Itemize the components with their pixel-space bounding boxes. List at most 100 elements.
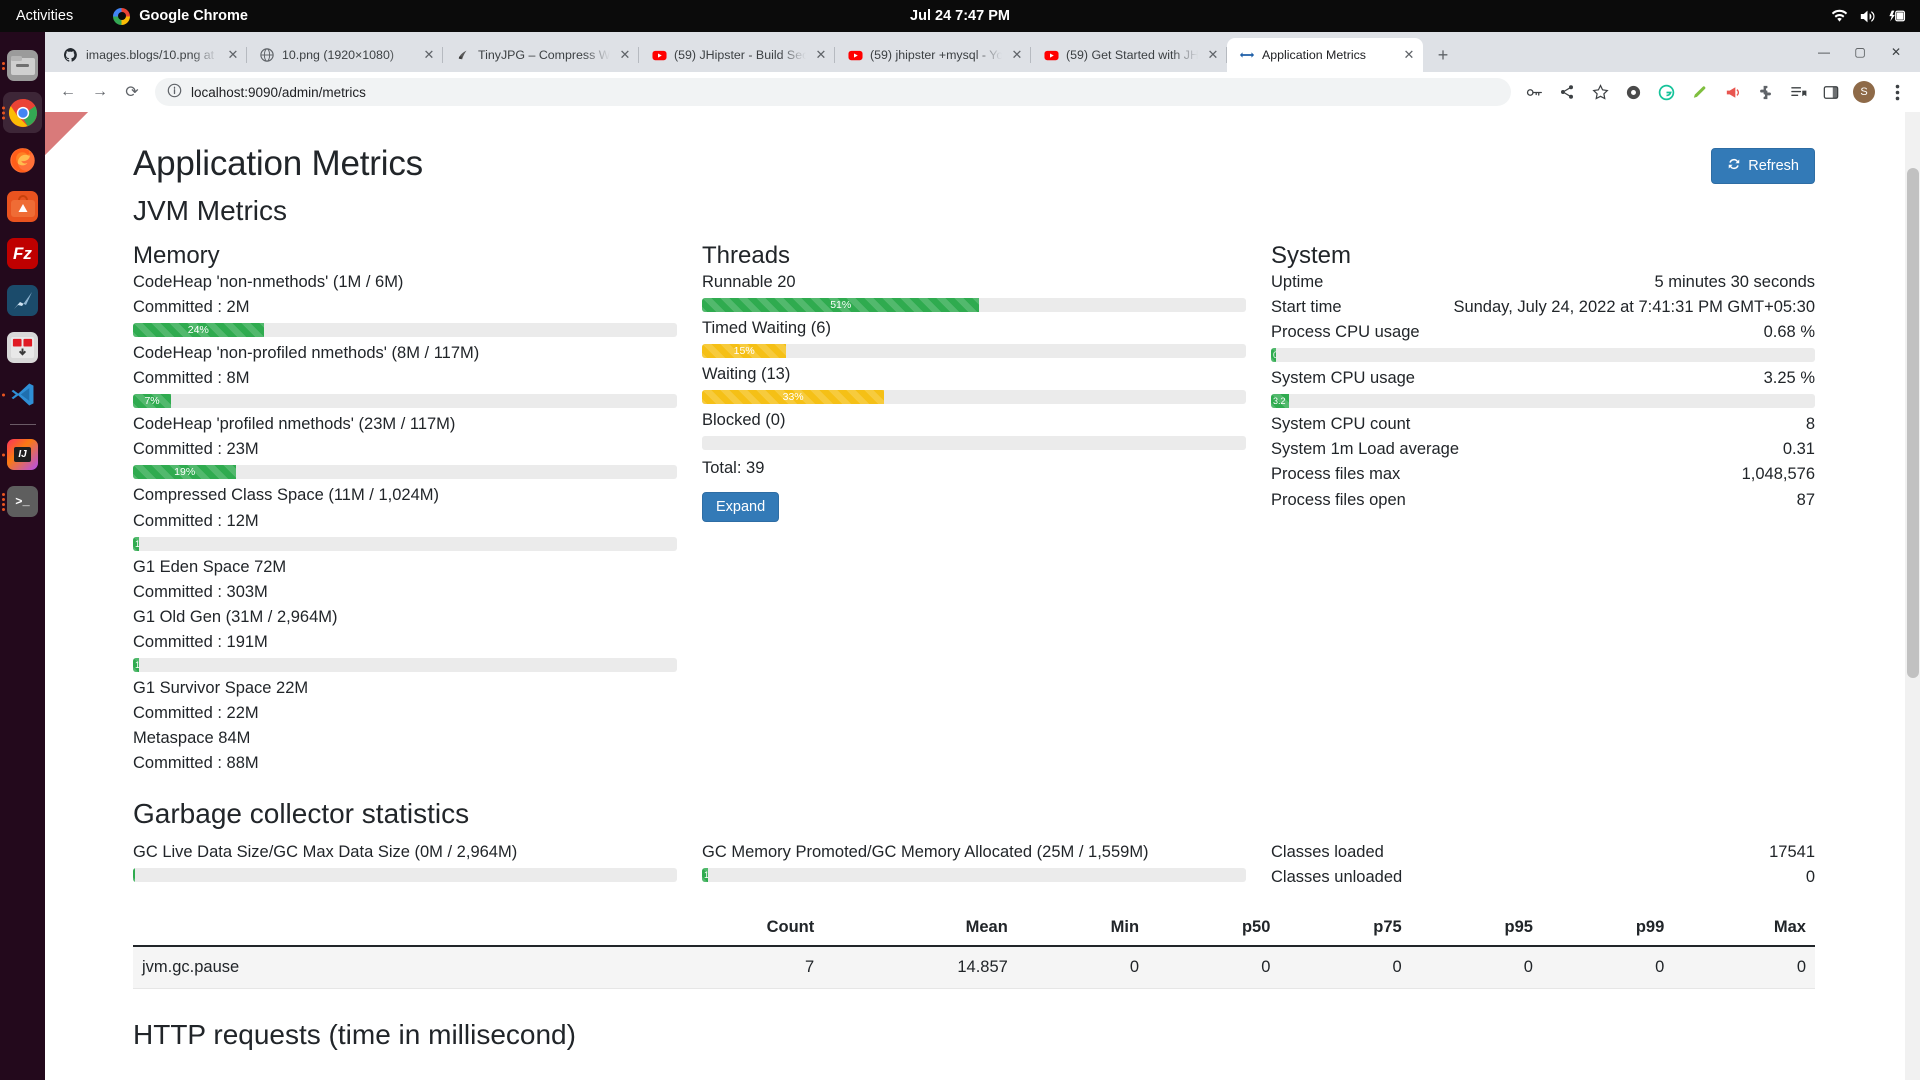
memory-item: G1 Old Gen (31M / 2,964M) Committed : 19…	[133, 605, 677, 672]
tab-close-icon[interactable]: ✕	[225, 47, 241, 63]
thread-item-label: Runnable 20	[702, 273, 796, 291]
dock-item-vs-code[interactable]	[0, 371, 45, 418]
window-controls[interactable]: — ▢ ✕	[1806, 38, 1914, 66]
gc-promoted-progress-bar: 1	[702, 868, 708, 883]
url-text: localhost:9090/admin/metrics	[191, 84, 366, 100]
key-icon[interactable]	[1519, 77, 1549, 107]
tab-close-icon[interactable]: ✕	[1205, 47, 1221, 63]
browser-tab-1[interactable]: 10.png (1920×1080) ✕	[247, 38, 443, 72]
site-info-icon[interactable]	[167, 83, 182, 101]
memory-progress-bar: 1	[133, 536, 139, 551]
memory-heading: Memory	[133, 242, 220, 269]
tab-close-icon[interactable]: ✕	[617, 47, 633, 63]
dock-item-ubuntu-software[interactable]	[0, 183, 45, 230]
tab-close-icon[interactable]: ✕	[1401, 47, 1417, 63]
memory-progress: 7%	[133, 394, 677, 409]
gc-col-p99: p99	[1541, 910, 1674, 948]
page-viewport: dev Application Metrics Refresh JVM Metr…	[45, 112, 1920, 1080]
memory-item-label: CodeHeap 'profiled nmethods' (23M / 117M…	[133, 415, 456, 434]
address-bar[interactable]: localhost:9090/admin/metrics	[155, 78, 1511, 106]
thread-item: Runnable 20 51%	[702, 270, 1246, 313]
kebab-menu-icon[interactable]	[1882, 77, 1912, 107]
postman-icon	[7, 285, 38, 316]
dock-item-files[interactable]	[0, 42, 45, 89]
http-requests-table: Code Count Mean Max 200 33	[133, 1071, 1815, 1080]
memory-progress: 19%	[133, 465, 677, 480]
memory-progress: 1	[133, 657, 677, 672]
dock-item-firefox[interactable]	[0, 136, 45, 183]
back-button[interactable]: ←	[53, 77, 83, 107]
ubuntu-dock[interactable]: Fz IJ >_	[0, 32, 45, 1080]
gc-col-mean: Mean	[823, 910, 1017, 948]
running-indicator	[2, 106, 5, 119]
gc-classes-key: Classes unloaded	[1271, 868, 1403, 887]
browser-tab-2[interactable]: TinyJPG – Compress Web ✕	[443, 38, 639, 72]
activities-button[interactable]: Activities	[16, 8, 73, 24]
memory-progress-bar: 24%	[133, 323, 264, 338]
puzzle-icon[interactable]	[1750, 77, 1780, 107]
megaphone-icon[interactable]	[1717, 77, 1747, 107]
new-tab-button[interactable]: +	[1429, 41, 1457, 69]
page-scrollbar[interactable]	[1905, 112, 1920, 1080]
intellij-idea-icon: IJ	[7, 439, 38, 470]
browser-tab-5[interactable]: (59) Get Started with JH ✕	[1031, 38, 1227, 72]
thread-progress: 51%	[702, 298, 1246, 313]
system-tray[interactable]	[1831, 9, 1906, 24]
memory-item-committed: Committed : 303M	[133, 582, 268, 601]
dock-item-terminal[interactable]: >_	[0, 478, 45, 525]
toolbar-icons[interactable]: S	[1519, 77, 1912, 107]
thread-item-label: Timed Waiting (6)	[702, 319, 831, 338]
active-app-menu[interactable]: Google Chrome	[113, 7, 248, 25]
share-icon[interactable]	[1552, 77, 1582, 107]
tab-title: TinyJPG – Compress Web	[478, 48, 610, 62]
thread-item: Timed Waiting (6) 15%	[702, 316, 1246, 359]
system-row-value: 1,048,576	[1741, 465, 1815, 484]
dock-item-software-updater[interactable]	[0, 324, 45, 371]
system-row-key: Process files max	[1271, 465, 1401, 484]
avatar[interactable]: S	[1853, 81, 1875, 103]
thread-progress-bar: 33%	[702, 390, 885, 405]
dock-item-postman[interactable]	[0, 277, 45, 324]
ubuntu-software-icon	[7, 191, 38, 222]
grammarly-icon[interactable]	[1651, 77, 1681, 107]
browser-tab-6[interactable]: Application Metrics ✕	[1227, 38, 1423, 72]
tab-close-icon[interactable]: ✕	[813, 47, 829, 63]
close-button[interactable]: ✕	[1878, 38, 1914, 66]
browser-tab-0[interactable]: images.blogs/10.png at m ✕	[51, 38, 247, 72]
system-row-key: System CPU usage	[1271, 369, 1415, 388]
maximize-button[interactable]: ▢	[1842, 38, 1878, 66]
dock-item-google-chrome[interactable]	[0, 89, 45, 136]
settings-circle-icon[interactable]	[1618, 77, 1648, 107]
tab-title: 10.png (1920×1080)	[282, 48, 394, 62]
pen-icon[interactable]	[1684, 77, 1714, 107]
chrome-window: images.blogs/10.png at m ✕ 10.png (1920×…	[45, 32, 1920, 1080]
profile-avatar-icon[interactable]: S	[1849, 77, 1879, 107]
dock-item-filezilla[interactable]: Fz	[0, 230, 45, 277]
memory-item-committed: Committed : 23M	[133, 440, 259, 459]
reading-list-icon[interactable]	[1783, 77, 1813, 107]
gc-heading: Garbage collector statistics	[133, 798, 470, 830]
tab-title: Application Metrics	[1262, 48, 1366, 62]
dock-item-intellij-idea[interactable]: IJ	[0, 431, 45, 478]
expand-button[interactable]: Expand	[702, 492, 780, 523]
refresh-button[interactable]: Refresh	[1711, 148, 1815, 184]
github-icon	[63, 47, 79, 63]
clock[interactable]: Jul 24 7:47 PM	[910, 8, 1010, 24]
memory-progress-bar: 19%	[133, 465, 237, 480]
minimize-button[interactable]: —	[1806, 38, 1842, 66]
tab-close-icon[interactable]: ✕	[421, 47, 437, 63]
thread-item: Blocked (0)	[702, 408, 1246, 451]
scrollbar-thumb[interactable]	[1907, 168, 1919, 678]
system-row: System 1m Load average 0.31	[1271, 437, 1815, 462]
sidepanel-icon[interactable]	[1816, 77, 1846, 107]
reload-button[interactable]: ⟳	[117, 77, 147, 107]
firefox-icon	[7, 144, 38, 175]
gc-col-count: Count	[637, 910, 824, 948]
star-icon[interactable]	[1585, 77, 1615, 107]
system-row-key: System 1m Load average	[1271, 440, 1460, 459]
browser-tab-3[interactable]: (59) JHipster - Build Secu ✕	[639, 38, 835, 72]
forward-button[interactable]: →	[85, 77, 115, 107]
browser-tab-4[interactable]: (59) jhipster +mysql - You ✕	[835, 38, 1031, 72]
tab-close-icon[interactable]: ✕	[1009, 47, 1025, 63]
software-updater-icon	[7, 332, 38, 363]
